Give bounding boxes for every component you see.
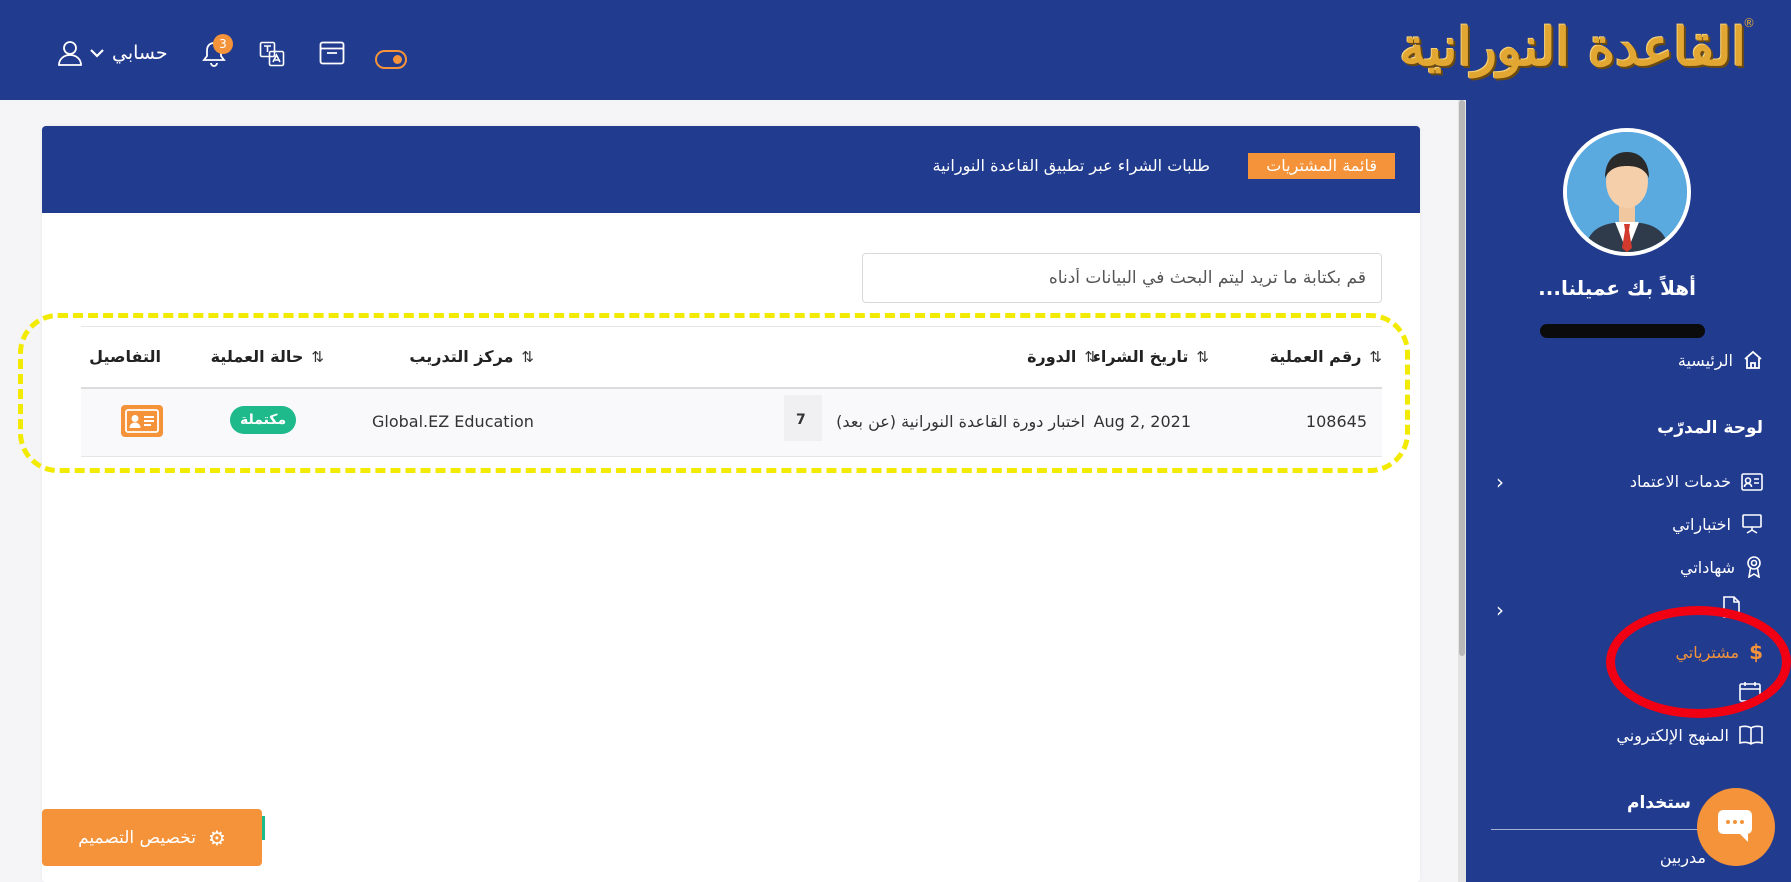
sort-icon[interactable]: ⇅: [521, 348, 534, 366]
table-header: ⇅ رقم العملية ⇅ تاريخ الشراء ⇅ الدورة ⇅ …: [81, 326, 1382, 389]
chat-button[interactable]: [1697, 788, 1775, 866]
book-icon: [1739, 725, 1763, 745]
dashboard-heading: لوحة المدرّب: [1657, 418, 1763, 438]
app-logo[interactable]: القاعدة النورانية: [1399, 12, 1747, 84]
sidebar-item-accreditation[interactable]: خدمات الاعتماد: [1630, 472, 1763, 491]
account-label: حسابي: [112, 42, 168, 64]
column-header-center[interactable]: ⇅ مركز التدريب: [409, 347, 534, 366]
account-menu[interactable]: حسابي: [58, 40, 168, 66]
avatar[interactable]: [1563, 128, 1691, 256]
green-edge-marker: [262, 816, 265, 840]
sidebar-item-label: الرئيسية: [1677, 350, 1733, 370]
id-card-icon: [125, 409, 159, 433]
avatar-person-icon: [1567, 132, 1687, 252]
sidebar-item-label: اختباراتي: [1672, 514, 1731, 534]
cell-id: 108645: [1305, 412, 1367, 431]
details-button[interactable]: [121, 405, 163, 437]
purchases-card: قائمة المشتريات طلبات الشراء عبر تطبيق ا…: [42, 126, 1420, 882]
purchases-list-chip: قائمة المشتريات: [1248, 153, 1395, 179]
column-header-id[interactable]: ⇅ رقم العملية: [1270, 347, 1382, 366]
theme-toggle[interactable]: [375, 50, 407, 69]
usage-heading: ستخدام: [1626, 793, 1691, 813]
sidebar-item-trainers[interactable]: مدربين: [1660, 848, 1706, 867]
redacted-username: [1540, 324, 1705, 338]
customize-design-button[interactable]: ⚙ تخصيص التصميم: [42, 809, 262, 866]
sort-icon[interactable]: ⇅: [1084, 348, 1097, 366]
table-row[interactable]: 108645 Aug 2, 2021 اختبار دورة القاعدة ا…: [81, 389, 1382, 457]
id-card-icon: [1741, 472, 1763, 491]
sidebar-item-label: شهاداتي: [1679, 557, 1735, 577]
gear-icon: ⚙: [207, 825, 226, 850]
home-icon: [1744, 350, 1762, 369]
cell-course: اختبار دورة القاعدة النورانية (عن بعد): [836, 412, 1085, 431]
column-header-date[interactable]: ⇅ تاريخ الشراء: [1093, 347, 1209, 366]
red-annotation-circle: [1606, 606, 1791, 718]
cell-course-extra: 7: [796, 412, 806, 428]
search-input[interactable]: [862, 253, 1382, 303]
sidebar-item-ecurriculum[interactable]: المنهج الإلكتروني: [1616, 725, 1763, 745]
notification-badge: 3: [213, 34, 233, 54]
chat-icon: [1718, 810, 1752, 842]
registered-mark: ®: [1743, 16, 1755, 30]
cell-date: Aug 2, 2021: [1093, 412, 1191, 431]
sidebar-item-label: خدمات الاعتماد: [1629, 472, 1731, 491]
sort-icon[interactable]: ⇅: [311, 348, 324, 366]
card-title: طلبات الشراء عبر تطبيق القاعدة النورانية: [932, 156, 1210, 175]
chevron-right-icon[interactable]: ›: [1496, 598, 1504, 622]
sidebar-item-label: المنهج الإلكتروني: [1616, 725, 1729, 745]
chevron-down-icon: [90, 49, 104, 58]
customize-button-label: تخصيص التصميم: [78, 827, 196, 848]
browser-window-icon[interactable]: [319, 41, 345, 65]
award-icon: [1747, 556, 1761, 578]
sidebar-item-exams[interactable]: اختباراتي: [1672, 514, 1763, 534]
sort-icon[interactable]: ⇅: [1369, 348, 1382, 366]
user-icon: [58, 41, 82, 66]
purchases-table: ⇅ رقم العملية ⇅ تاريخ الشراء ⇅ الدورة ⇅ …: [81, 326, 1382, 457]
translate-icon[interactable]: [259, 41, 285, 67]
column-header-course[interactable]: ⇅ الدورة: [1027, 347, 1097, 366]
column-header-status[interactable]: ⇅ حالة العملية: [211, 347, 324, 366]
welcome-text: أهلاً بك عميلنا...: [1538, 276, 1696, 300]
sidebar-item-label: مدربين: [1659, 848, 1706, 867]
sort-icon[interactable]: ⇅: [1196, 348, 1209, 366]
chevron-right-icon[interactable]: ›: [1496, 470, 1504, 494]
sidebar-item-certificates[interactable]: شهاداتي: [1680, 556, 1763, 578]
top-bar: القاعدة النورانية ® حسابي 3: [0, 0, 1791, 100]
presentation-icon: [1742, 514, 1762, 534]
cell-center: Global.EZ Education: [372, 412, 534, 431]
card-header: قائمة المشتريات طلبات الشراء عبر تطبيق ا…: [42, 126, 1420, 213]
column-header-details: التفاصيل: [89, 347, 161, 366]
scrollbar-thumb[interactable]: [1459, 100, 1465, 656]
sidebar-item-home[interactable]: الرئيسية: [1678, 350, 1763, 370]
status-badge: مكتملة: [230, 406, 297, 434]
